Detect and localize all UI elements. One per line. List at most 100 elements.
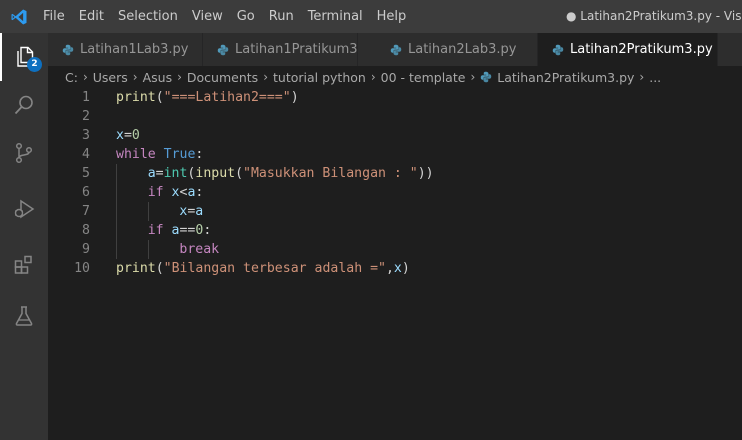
chevron-right-icon: › [177,70,182,84]
extensions-icon [14,255,32,274]
breadcrumb-drive[interactable]: C: [65,70,78,85]
code-token: while [116,147,156,162]
code-line[interactable]: 4 while True: [48,145,742,164]
code-token: ( [235,166,244,181]
code-line[interactable]: 5 a=int(input("Masukkan Bilangan : ")) [48,164,742,183]
run-debug-icon [14,199,35,219]
activity-explorer[interactable]: 2 [0,33,48,81]
line-number: 5 [82,166,90,181]
code-line[interactable]: 8 if a==0: [48,221,742,240]
menu-file[interactable]: File [38,0,72,33]
code-line[interactable]: 7 x=a [48,202,742,221]
tab-latihan2pratikum3[interactable]: Latihan2Pratikum3.py [538,33,718,66]
tab-label: Latihan2Lab3.py [408,42,517,57]
code-text: print("===Latihan2===") [116,88,299,107]
code-text: while True: [116,145,203,164]
code-line[interactable]: 3 x=0 [48,126,742,145]
code-token: True [163,147,196,162]
code-text: print("Bilangan terbesar adalah =",x) [116,259,410,278]
code-token: : [195,185,204,200]
tab-latihan1pratikum3[interactable]: Latihan1Pratikum3.py [203,33,378,66]
breadcrumb-users[interactable]: Users [93,70,128,85]
chevron-right-icon: › [639,70,645,84]
tab-label: Latihan2Pratikum3.py [570,42,713,57]
tab-label: Latihan1Lab3.py [80,42,189,57]
menu-run[interactable]: Run [262,0,301,33]
breadcrumb-tutorial-python[interactable]: tutorial python [273,70,366,85]
code-line[interactable]: 6 if x<a: [48,183,742,202]
code-token: if [147,223,164,238]
line-number: 1 [82,90,90,105]
breadcrumb-file-label: Latihan2Pratikum3.py [497,69,635,85]
activity-source-control[interactable] [0,129,48,177]
code-token: == [179,223,196,238]
code-line[interactable]: 2 [48,107,742,126]
activity-search[interactable] [0,81,48,129]
menu-view[interactable]: View [185,0,230,33]
code-line[interactable]: 9 break [48,240,742,259]
code-text: if x<a: [148,183,204,202]
code-token: = [123,128,132,143]
tab-overflow[interactable] [718,33,742,66]
tab-bar: Latihan1Lab3.py Latihan1Pratikum3.py Lat… [48,33,742,66]
menu-help[interactable]: Help [370,0,414,33]
chevron-right-icon: › [82,70,88,84]
code-token: ) [290,90,299,105]
chevron-right-icon: › [132,70,138,84]
tab-label: Latihan1Pratikum3.py [235,42,378,57]
code-token: input [195,166,236,181]
code-token: = [155,166,164,181]
menu-selection[interactable]: Selection [111,0,185,33]
menu-edit[interactable]: Edit [72,0,111,33]
chevron-right-icon: › [370,70,376,84]
breadcrumb-template[interactable]: 00 - template [381,70,466,85]
indent-guide [116,202,117,221]
code-token: ) [401,261,410,276]
code-text: x=0 [116,126,140,145]
code-token: if [147,185,164,200]
indent-guide [116,164,117,183]
code-token: a [195,204,204,219]
code-text: break [179,240,219,259]
code-token: "Bilangan terbesar adalah =" [163,261,386,276]
code-text: x=a [179,202,203,221]
code-token: 0 [131,128,140,143]
activity-bar: 2 [0,33,48,440]
python-file-icon [480,71,492,83]
activity-run-debug[interactable] [0,185,48,233]
breadcrumb-documents[interactable]: Documents [187,70,258,85]
tab-latihan2lab3[interactable]: Latihan2Lab3.py [358,33,538,66]
line-number: 7 [82,204,90,219]
search-icon [14,95,33,115]
tab-latihan1lab3[interactable]: Latihan1Lab3.py [48,33,203,66]
code-line[interactable]: 10 print("Bilangan terbesar adalah =",x) [48,259,742,278]
code-token: x [393,261,402,276]
code-token: print [116,261,156,276]
line-number: 3 [82,128,90,143]
breadcrumb-symbols[interactable]: ... [649,70,661,85]
chevron-right-icon: › [470,70,476,84]
breadcrumb-file[interactable]: Latihan2Pratikum3.py [480,70,634,85]
line-number: 4 [82,147,90,162]
activity-testing[interactable] [0,292,48,340]
code-token: "===Latihan2===" [163,90,291,105]
indent-guide [116,240,117,259]
code-line[interactable]: 1 print("===Latihan2===") [48,88,742,107]
window-title: ● Latihan2Pratikum3.py - Visual Studio C… [566,9,742,23]
source-control-icon [15,142,33,164]
code-token: a [147,166,156,181]
code-token: ( [155,261,164,276]
line-number: 9 [82,242,90,257]
activity-extensions[interactable] [0,241,48,289]
menu-bar: File Edit Selection View Go Run Terminal… [38,0,413,33]
code-token: ( [155,90,164,105]
menu-go[interactable]: Go [230,0,262,33]
breadcrumb-asus[interactable]: Asus [143,70,173,85]
code-editor[interactable]: 1 print("===Latihan2===") 2 3 x=0 4 while True… [48,88,742,440]
code-token: "Masukkan Bilangan : " [243,166,418,181]
python-file-icon [390,44,402,56]
menu-terminal[interactable]: Terminal [301,0,370,33]
